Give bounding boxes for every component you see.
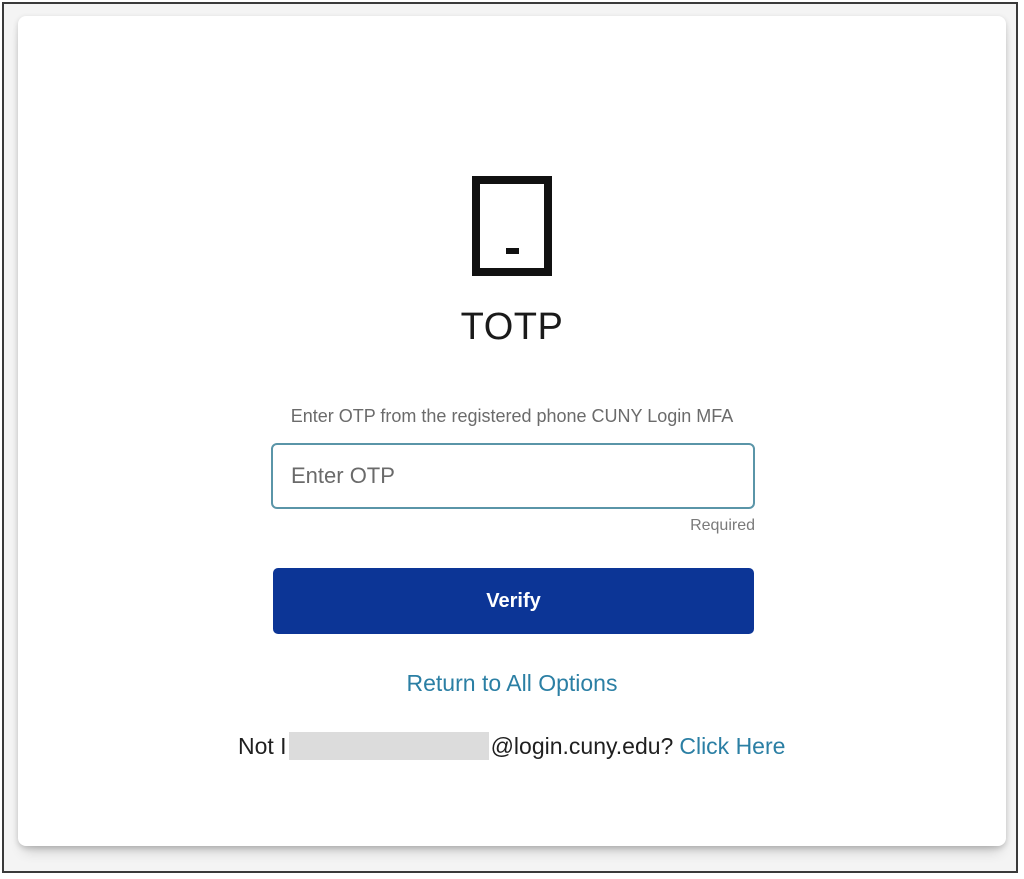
otp-instruction: Enter OTP from the registered phone CUNY… (290, 406, 734, 426)
not-user-row: Not I @login.cuny.edu? Click Here (238, 731, 785, 761)
return-to-all-options-link[interactable]: Return to All Options (407, 670, 618, 696)
required-label: Required (690, 517, 755, 534)
otp-input[interactable] (271, 443, 755, 509)
verify-button[interactable]: Verify (273, 568, 754, 634)
phone-icon (472, 176, 552, 276)
mfa-card (18, 16, 1006, 846)
redacted-username (288, 732, 489, 760)
not-user-domain: @login.cuny.edu? (490, 732, 674, 759)
page-title: TOTP (460, 306, 564, 348)
not-user-prefix: Not I (238, 732, 287, 759)
return-link-row: Return to All Options (0, 670, 1024, 697)
click-here-link[interactable]: Click Here (679, 733, 785, 760)
